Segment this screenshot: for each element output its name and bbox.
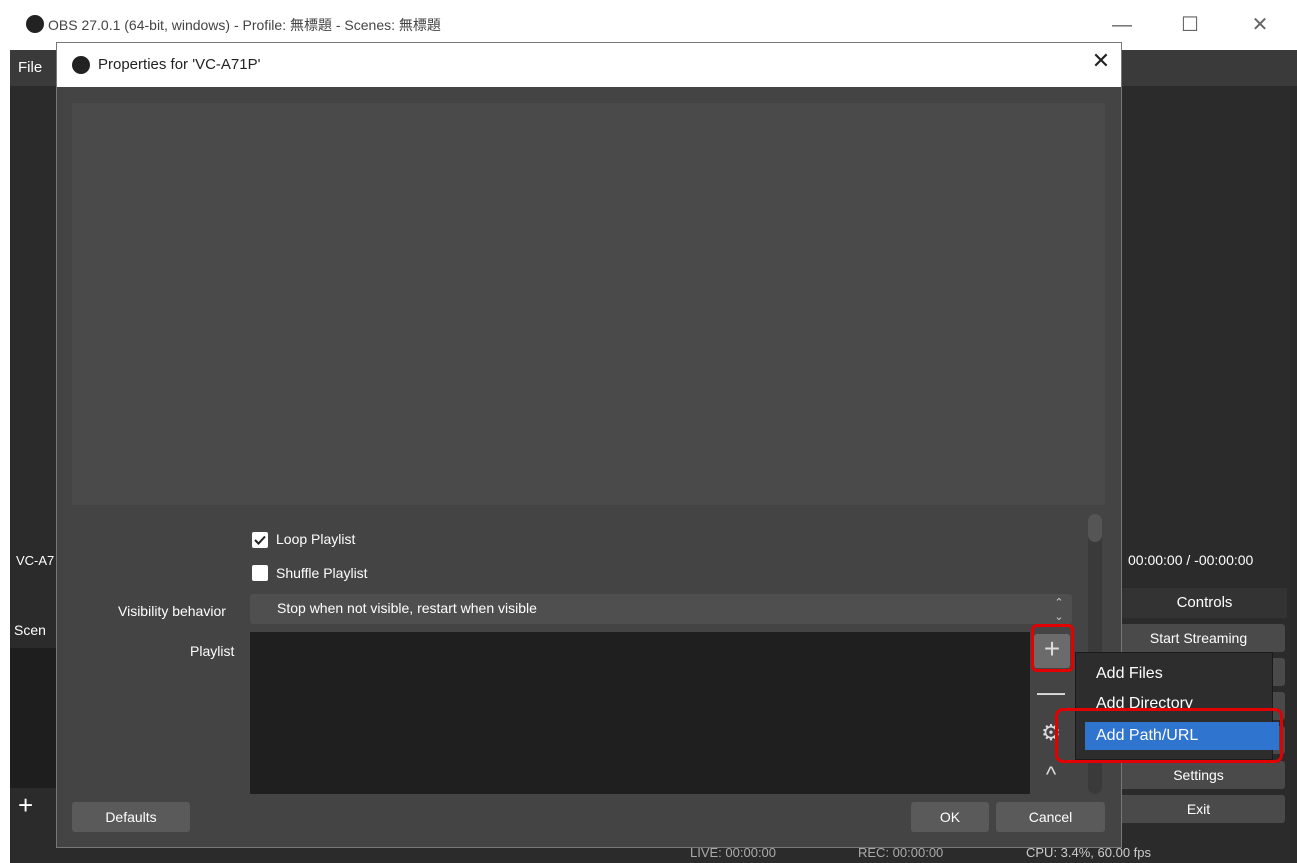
highlight-box-path-url: [1055, 708, 1283, 763]
playlist-remove-button[interactable]: —: [1034, 675, 1068, 709]
scenes-dock-header: Scen: [10, 622, 56, 646]
controls-dock-header: Controls: [1122, 588, 1287, 618]
source-preview: [72, 103, 1105, 505]
obs-logo-icon: [26, 15, 44, 33]
media-time-readout: 00:00:00 / -00:00:00: [1128, 552, 1254, 568]
shuffle-playlist-checkbox[interactable]: [252, 565, 268, 581]
loop-playlist-checkbox[interactable]: [252, 532, 268, 548]
menu-item-add-files[interactable]: Add Files: [1085, 660, 1265, 688]
playlist-move-up-button[interactable]: ^: [1034, 760, 1068, 794]
start-streaming-button[interactable]: Start Streaming: [1112, 624, 1285, 652]
source-name-label: VC-A7: [16, 553, 55, 568]
obs-logo-icon: [72, 56, 90, 74]
highlight-box-add: [1031, 624, 1074, 672]
exit-button[interactable]: Exit: [1112, 795, 1285, 823]
maximize-button[interactable]: ☐: [1170, 8, 1210, 42]
playlist-list[interactable]: [250, 632, 1030, 794]
playlist-label: Playlist: [190, 643, 235, 659]
select-arrows-icon: ⌃ ⌄: [1054, 597, 1064, 623]
main-window-title: OBS 27.0.1 (64-bit, windows) - Profile: …: [48, 17, 441, 33]
add-scene-button[interactable]: +: [18, 790, 33, 820]
shuffle-playlist-label: Shuffle Playlist: [276, 565, 368, 581]
menu-item-add-directory[interactable]: Add Directory: [1085, 690, 1265, 710]
dialog-close-button[interactable]: ✕: [1088, 48, 1114, 74]
loop-playlist-label: Loop Playlist: [276, 531, 356, 547]
scenes-list[interactable]: [10, 648, 56, 788]
checkmark-icon: [254, 535, 266, 545]
menu-file[interactable]: File: [18, 59, 42, 76]
defaults-button[interactable]: Defaults: [72, 802, 190, 832]
minimize-button[interactable]: —: [1102, 8, 1142, 42]
visibility-behavior-select[interactable]: Stop when not visible, restart when visi…: [250, 594, 1072, 624]
settings-button[interactable]: Settings: [1112, 761, 1285, 789]
ok-button[interactable]: OK: [911, 802, 989, 832]
properties-scrollbar-thumb[interactable]: [1088, 514, 1102, 542]
close-window-button[interactable]: ✕: [1240, 8, 1280, 42]
visibility-behavior-label: Visibility behavior: [118, 603, 226, 619]
dialog-title: Properties for 'VC-A71P': [98, 56, 261, 73]
cancel-button[interactable]: Cancel: [996, 802, 1105, 832]
